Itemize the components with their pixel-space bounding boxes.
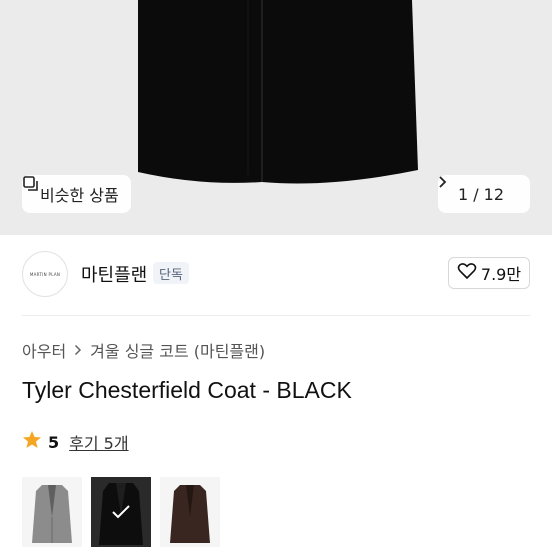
breadcrumb-item-outer[interactable]: 아우터 <box>22 338 66 362</box>
product-title: Tyler Chesterfield Coat - BLACK <box>22 377 352 403</box>
swatch-black[interactable] <box>91 477 151 547</box>
chevron-right-icon <box>74 341 82 360</box>
color-swatches <box>22 477 220 547</box>
rating-row: 5 후기 5개 <box>22 430 129 454</box>
brand-name[interactable]: 마틴플랜 <box>81 261 147 287</box>
star-icon <box>22 430 42 454</box>
divider <box>22 315 530 316</box>
product-image-carousel[interactable]: 비슷한 상품 1 / 12 <box>0 0 552 235</box>
selected-check-icon <box>91 477 151 547</box>
rating-score: 5 <box>48 432 60 452</box>
breadcrumb-item-category[interactable]: 겨울 싱글 코트 (마틴플랜) <box>90 338 265 362</box>
similar-products-button[interactable]: 비슷한 상품 <box>22 175 131 213</box>
brown-coat-thumbnail <box>170 485 210 543</box>
brand-row: MARTIN PLAN 마틴플랜 단독 7.9만 <box>0 235 552 315</box>
exclusive-badge: 단독 <box>153 262 189 284</box>
brand-logo[interactable]: MARTIN PLAN <box>22 251 68 297</box>
reviews-link[interactable]: 후기 5개 <box>69 430 128 454</box>
similar-products-label: 비슷한 상품 <box>40 186 119 205</box>
brand-logo-text: MARTIN PLAN <box>29 271 61 277</box>
like-button[interactable]: 7.9만 <box>448 257 530 289</box>
heart-icon <box>457 262 477 284</box>
image-counter[interactable]: 1 / 12 <box>438 175 530 213</box>
swatch-grey[interactable] <box>22 477 82 547</box>
grey-coat-thumbnail <box>32 485 72 543</box>
image-counter-text: 1 / 12 <box>457 184 505 204</box>
like-count: 7.9만 <box>480 265 522 284</box>
breadcrumb: 아우터 겨울 싱글 코트 (마틴플랜) <box>22 338 265 362</box>
swatch-brown[interactable] <box>160 477 220 547</box>
